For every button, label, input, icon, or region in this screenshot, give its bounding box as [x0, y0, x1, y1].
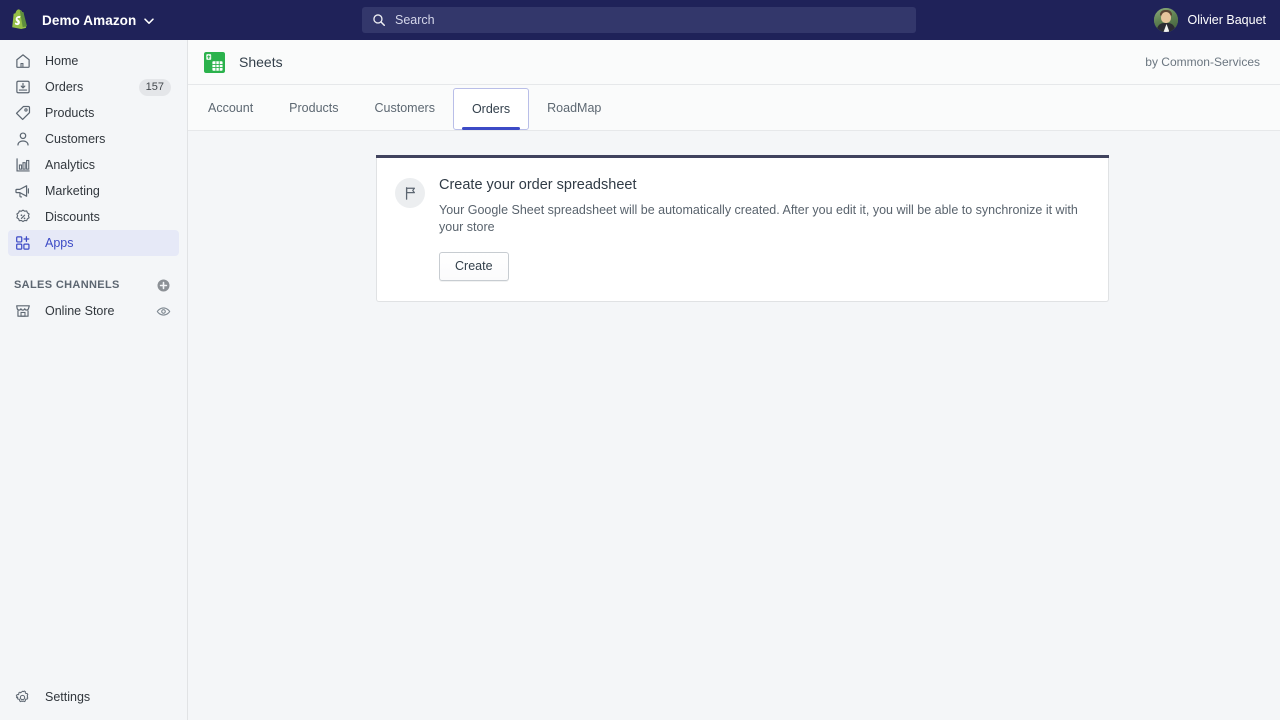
card-description: Your Google Sheet spreadsheet will be au…: [439, 203, 1078, 234]
customers-icon: [14, 130, 32, 148]
sidebar-item-label: Orders: [45, 80, 84, 94]
orders-count-badge: 157: [138, 78, 171, 96]
search-icon: [372, 13, 386, 27]
sidebar-item-home[interactable]: Home: [8, 48, 179, 74]
sidebar-nav: Home Orders 157 Products Customers Analy…: [0, 40, 187, 256]
tab-label: Products: [289, 100, 339, 115]
gear-icon: [14, 689, 31, 706]
sidebar-item-apps[interactable]: Apps: [8, 230, 179, 256]
sidebar-item-products[interactable]: Products: [8, 100, 179, 126]
sidebar-item-customers[interactable]: Customers: [8, 126, 179, 152]
sidebar-item-label: Discounts: [45, 210, 100, 224]
store-name: Demo Amazon: [42, 12, 137, 28]
flag-icon: [395, 178, 425, 208]
sales-channels-header: SALES CHANNELS: [8, 274, 179, 296]
tab-products[interactable]: Products: [271, 85, 356, 130]
sidebar-item-label: Analytics: [45, 158, 96, 172]
tab-label: Account: [208, 100, 254, 115]
analytics-icon: [14, 156, 32, 174]
search-input[interactable]: Search: [362, 7, 916, 33]
home-icon: [14, 52, 32, 70]
tab-label: Customers: [374, 100, 435, 115]
sidebar-item-discounts[interactable]: Discounts: [8, 204, 179, 230]
plus-circle-icon[interactable]: [156, 278, 171, 293]
main-content: Sheets by Common-Services Account Produc…: [188, 40, 1280, 720]
sales-channels-title: SALES CHANNELS: [14, 279, 120, 291]
user-menu[interactable]: Olivier Baquet: [1150, 0, 1270, 40]
tab-account[interactable]: Account: [190, 85, 271, 130]
sidebar-item-online-store[interactable]: Online Store: [8, 298, 179, 324]
store-switcher[interactable]: Demo Amazon: [0, 0, 165, 40]
sidebar-item-settings[interactable]: Settings: [0, 684, 188, 710]
card-title: Create your order spreadsheet: [439, 177, 637, 193]
sidebar-item-label: Marketing: [45, 184, 100, 198]
products-icon: [14, 104, 32, 122]
store-icon: [14, 302, 32, 320]
sidebar-item-label: Online Store: [45, 304, 115, 318]
eye-icon[interactable]: [156, 304, 171, 319]
tab-customers[interactable]: Customers: [357, 85, 453, 130]
user-name: Olivier Baquet: [1187, 13, 1266, 27]
orders-icon: [14, 78, 32, 96]
top-bar: Demo Amazon Search Olivier Baquet: [0, 0, 1280, 40]
apps-icon: [14, 234, 32, 252]
google-sheets-icon: [204, 51, 225, 73]
sidebar-item-label: Apps: [45, 236, 74, 250]
app-header: Sheets by Common-Services: [188, 40, 1280, 85]
tab-label: Orders: [471, 102, 511, 116]
tab-orders[interactable]: Orders: [452, 88, 530, 130]
sidebar-item-marketing[interactable]: Marketing: [8, 178, 179, 204]
sidebar-item-analytics[interactable]: Analytics: [8, 152, 179, 178]
sidebar-item-label: Home: [45, 54, 79, 68]
sidebar: Home Orders 157 Products Customers Analy…: [0, 40, 188, 720]
search-placeholder: Search: [395, 13, 435, 27]
app-title: Sheets: [239, 54, 283, 70]
app-tabs: Account Products Customers Orders RoadMa…: [188, 85, 1280, 131]
tab-label: RoadMap: [547, 100, 602, 115]
chevron-down-icon: [143, 14, 155, 26]
sidebar-item-orders[interactable]: Orders 157: [8, 74, 179, 100]
marketing-icon: [14, 182, 32, 200]
create-button[interactable]: Create: [439, 251, 509, 281]
avatar: [1154, 8, 1179, 32]
app-author: by Common-Services: [1145, 55, 1260, 69]
sidebar-item-label: Settings: [45, 690, 91, 704]
create-spreadsheet-card: Create your order spreadsheet Your Googl…: [376, 155, 1109, 302]
sidebar-item-label: Customers: [45, 132, 106, 146]
tab-panel-orders: Create your order spreadsheet Your Googl…: [188, 131, 1280, 302]
sidebar-item-label: Products: [45, 106, 95, 120]
shopify-bag-icon: [8, 8, 32, 32]
discounts-icon: [14, 208, 32, 226]
tab-roadmap[interactable]: RoadMap: [529, 85, 619, 130]
